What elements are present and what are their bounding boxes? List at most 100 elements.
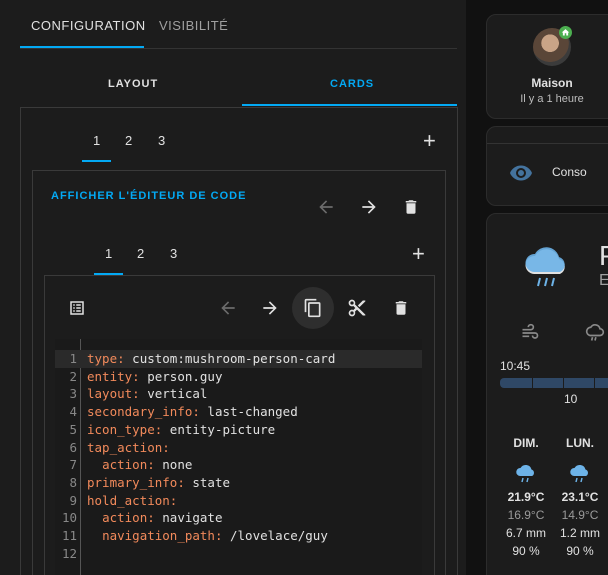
code-line[interactable]: 4 secondary_info: last-changed: [55, 403, 422, 421]
weather-state-letter: P: [599, 240, 608, 272]
rainy-cloud-icon: [514, 462, 538, 484]
hourly-bar: [500, 378, 608, 388]
person-card-preview[interactable]: Maison Il y a 1 heure: [486, 14, 608, 119]
code-line[interactable]: 8 primary_info: state: [55, 474, 422, 492]
arrow-right-icon[interactable]: [258, 296, 282, 320]
outer-card-tab-1[interactable]: 1: [93, 133, 100, 148]
tabs-divider: [20, 48, 457, 49]
rain-icon: [583, 322, 607, 344]
code-key: entity: [87, 368, 133, 384]
cards-tab-indicator: [242, 104, 457, 106]
arrow-right-icon[interactable]: [357, 195, 381, 219]
rainy-cloud-icon: [519, 244, 573, 292]
code-value: person.guy: [139, 368, 223, 384]
code-value: vertical: [139, 386, 208, 402]
code-value: none: [154, 457, 193, 473]
line-number: 4: [69, 404, 77, 420]
code-value: /lovelace/guy: [222, 528, 328, 543]
forecast-rain: 1.2 mm: [559, 526, 600, 540]
tab-visibility[interactable]: VISIBILITÉ: [159, 18, 228, 33]
code-value: last-changed: [199, 404, 298, 420]
forecast-time: 10:45: [500, 359, 531, 373]
code-colon: :: [147, 457, 155, 473]
add-stack-card-icon[interactable]: +: [412, 243, 425, 265]
rainy-cloud-icon: [568, 462, 592, 484]
person-state: Maison: [531, 76, 573, 90]
code-line[interactable]: 12: [55, 545, 422, 563]
forecast-humidity: 90 %: [566, 544, 594, 558]
arrow-left-icon[interactable]: [216, 296, 240, 320]
tab-layout[interactable]: LAYOUT: [108, 78, 158, 90]
eye-icon: [509, 161, 533, 185]
forecast-day-label: DIM.: [513, 436, 539, 450]
line-number: 1: [69, 351, 77, 366]
show-code-editor-link[interactable]: AFFICHER L'ÉDITEUR DE CODE: [51, 190, 246, 202]
code-value: navigate: [154, 510, 223, 526]
card-divider: [487, 143, 608, 144]
copy-icon[interactable]: [292, 287, 334, 329]
code-value: state: [184, 474, 230, 490]
inner-card-tab-1[interactable]: 1: [105, 246, 112, 261]
delete-icon[interactable]: [399, 195, 423, 219]
code-line[interactable]: 9 hold_action:: [55, 492, 422, 510]
code-line[interactable]: 2 entity: person.guy: [55, 368, 422, 386]
code-colon: :: [117, 351, 125, 366]
line-number: 9: [69, 492, 77, 508]
forecast-low: 14.9°C: [561, 508, 599, 522]
code-colon: :: [177, 474, 185, 490]
code-line[interactable]: 7 action: none: [55, 456, 422, 474]
code-colon: :: [147, 510, 155, 526]
code-key: action: [102, 457, 148, 473]
code-editor[interactable]: 1 type: custom:mushroom-person-card 2 entit…: [55, 339, 422, 575]
arrow-left-icon[interactable]: [314, 195, 338, 219]
weather-card-preview[interactable]: P E 10:45 10 DIM. 21.9°C 16.9°C 6.7 mm 9…: [486, 213, 608, 575]
wind-icon: [519, 322, 541, 344]
code-line[interactable]: 1 type: custom:mushroom-person-card: [55, 350, 422, 368]
code-value: entity-picture: [162, 421, 276, 437]
code-key: action: [102, 510, 148, 526]
code-line[interactable]: 10 action: navigate: [55, 509, 422, 527]
outer-tab-indicator: [82, 160, 111, 162]
line-number: 2: [69, 368, 77, 384]
outer-card-tab-2[interactable]: 2: [125, 133, 132, 148]
line-number: 7: [69, 457, 77, 473]
forecast-humidity: 90 %: [512, 544, 540, 558]
person-last-changed: Il y a 1 heure: [520, 93, 584, 105]
code-colon: :: [132, 368, 140, 384]
outer-card-tab-3[interactable]: 3: [158, 133, 165, 148]
conso-card-preview[interactable]: Conso: [486, 126, 608, 206]
list-icon[interactable]: [66, 297, 88, 319]
line-number: 11: [61, 528, 77, 543]
forecast-day-label: LUN.: [566, 436, 594, 450]
code-key: type: [87, 351, 118, 366]
delete-icon[interactable]: [389, 296, 413, 320]
forecast-day-1: LUN. 23.1°C 14.9°C 1.2 mm 90 %: [559, 436, 601, 558]
inner-card-tab-3[interactable]: 3: [170, 246, 177, 261]
line-number: 6: [69, 439, 77, 455]
card-editor-panel: CONFIGURATION VISIBILITÉ LAYOUT CARDS 1 …: [0, 0, 466, 575]
code-key: navigation_path: [102, 528, 215, 543]
add-card-icon[interactable]: +: [423, 130, 436, 152]
line-number: 3: [69, 386, 77, 402]
code-line[interactable]: 3 layout: vertical: [55, 385, 422, 403]
weather-secondary-letter: E: [599, 272, 608, 289]
tab-cards[interactable]: CARDS: [330, 78, 374, 90]
code-colon: :: [132, 386, 140, 402]
code-key: secondary_info: [87, 404, 193, 420]
line-number: 12: [61, 545, 77, 561]
code-line[interactable]: 6 tap_action:: [55, 439, 422, 457]
code-line[interactable]: 11 navigation_path: /lovelace/guy: [55, 527, 422, 545]
inner-card-tab-2[interactable]: 2: [137, 246, 144, 261]
forecast-high: 21.9°C: [507, 490, 545, 504]
forecast-rain: 6.7 mm: [505, 526, 546, 540]
cut-icon[interactable]: [345, 296, 369, 320]
code-line[interactable]: 5 icon_type: entity-picture: [55, 421, 422, 439]
card-preview-panel: Maison Il y a 1 heure Conso P E 1: [466, 0, 608, 575]
line-number: 10: [61, 510, 77, 526]
code-key: icon_type: [87, 421, 155, 437]
code-colon: :: [192, 404, 200, 420]
tab-configuration[interactable]: CONFIGURATION: [31, 18, 146, 33]
